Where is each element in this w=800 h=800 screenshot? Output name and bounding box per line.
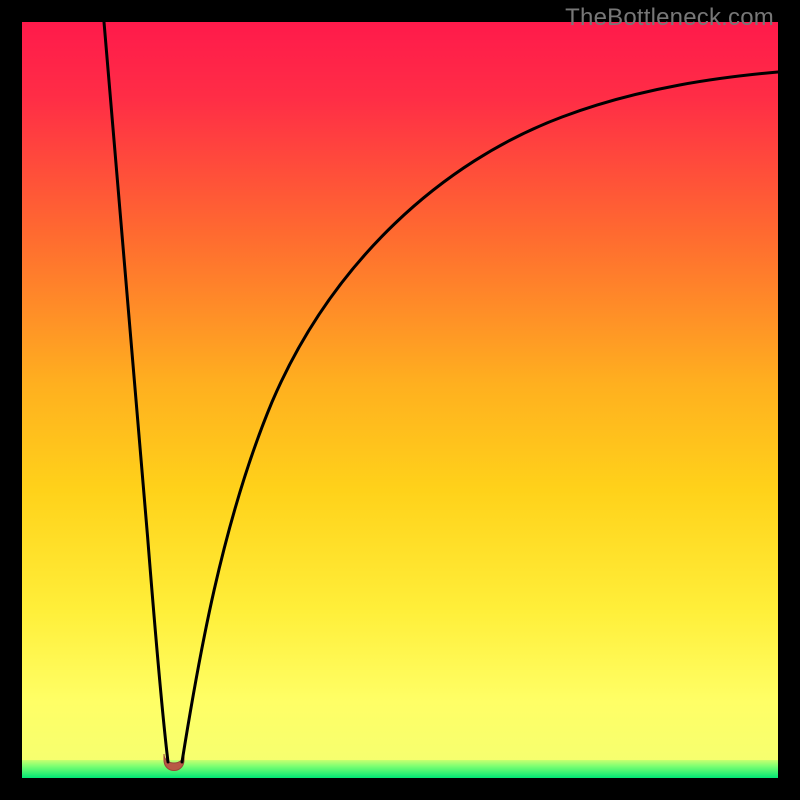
green-baseline-band: [22, 760, 778, 778]
plot-area: [22, 22, 778, 778]
plot-svg: [22, 22, 778, 778]
chart-frame: TheBottleneck.com: [0, 0, 800, 800]
watermark-text: TheBottleneck.com: [565, 4, 774, 32]
